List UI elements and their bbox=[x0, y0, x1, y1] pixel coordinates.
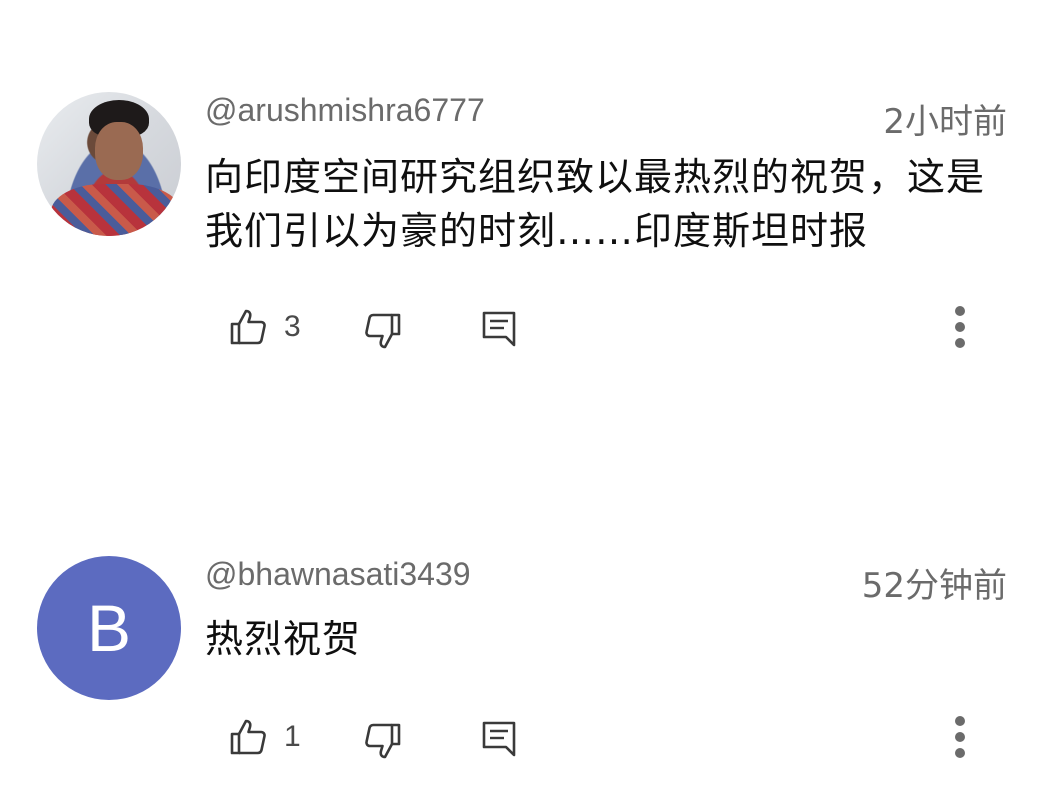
comment-text: 向印度空间研究组织致以最热烈的祝贺，这是我们引以为豪的时刻……印度斯坦时报 bbox=[205, 155, 986, 253]
like-count: 3 bbox=[284, 310, 301, 343]
like-count: 1 bbox=[284, 720, 301, 753]
comment-timestamp: 52分钟前 bbox=[861, 566, 1007, 606]
comment-timestamp: 2小时前 bbox=[883, 102, 1007, 142]
reply-comment-icon[interactable] bbox=[480, 719, 520, 759]
thumbs-up-icon[interactable] bbox=[228, 307, 268, 347]
comment-username[interactable]: @arushmishra6777 bbox=[205, 92, 485, 129]
thumbs-down-icon[interactable] bbox=[363, 721, 403, 761]
avatar[interactable] bbox=[37, 92, 181, 236]
thumbs-down-icon[interactable] bbox=[363, 311, 403, 351]
comment-actions: 1 bbox=[0, 715, 1059, 765]
more-vertical-icon[interactable] bbox=[946, 715, 974, 765]
comment-username[interactable]: @bhawnasati3439 bbox=[205, 556, 471, 593]
comment-text: 热烈祝贺 bbox=[205, 617, 362, 661]
avatar[interactable]: B bbox=[37, 556, 181, 700]
more-vertical-icon[interactable] bbox=[946, 305, 974, 355]
reply-comment-icon[interactable] bbox=[480, 309, 520, 349]
comment-actions: 3 bbox=[0, 305, 1059, 355]
thumbs-up-icon[interactable] bbox=[228, 717, 268, 757]
